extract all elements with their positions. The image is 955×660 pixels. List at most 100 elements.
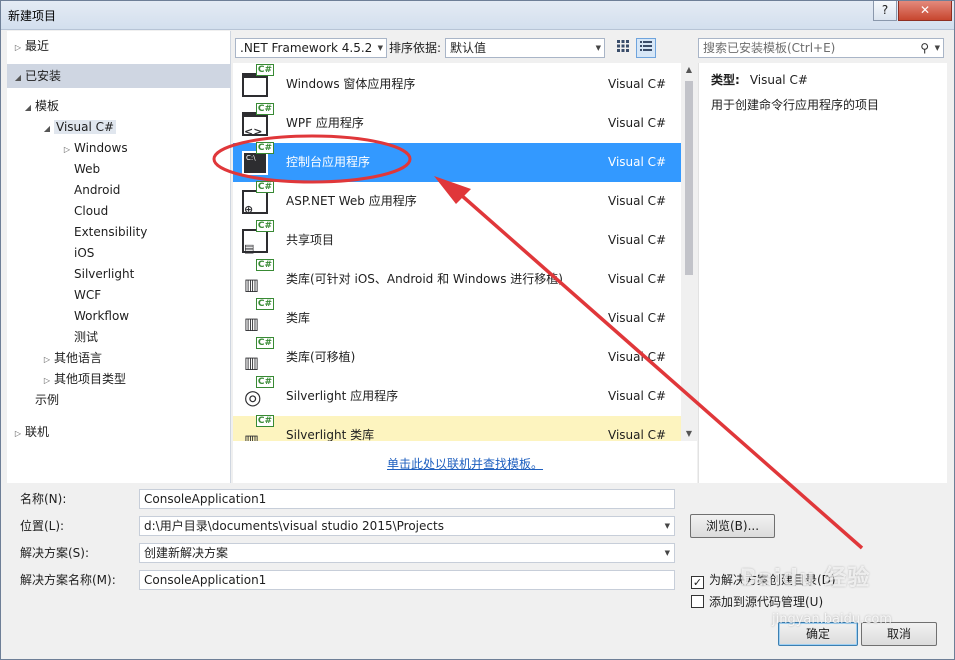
tree-item-silverlight[interactable]: Silverlight — [74, 264, 134, 284]
solution-select[interactable]: 创建新解决方案 ▼ — [139, 543, 675, 563]
name-field[interactable]: ConsoleApplication1 — [139, 489, 675, 509]
tree-item-android[interactable]: Android — [74, 180, 120, 200]
template-row-console[interactable]: C:\ C# 控制台应用程序 Visual C# — [233, 142, 681, 182]
tree-item-workflow[interactable]: Workflow — [74, 306, 129, 326]
solution-name-value: ConsoleApplication1 — [144, 573, 267, 587]
tree-label: iOS — [74, 246, 95, 260]
template-row-xplat-library[interactable]: ▥ C# 类库(可针对 iOS、Android 和 Windows 进行移植) V… — [233, 259, 681, 299]
tree-label: 最近 — [25, 39, 50, 53]
wpf-icon: <> C# — [242, 103, 274, 138]
type-line: 类型: Visual C# — [711, 71, 808, 88]
solution-value: 创建新解决方案 — [144, 546, 229, 560]
expand-arrow-icon[interactable]: ▷ — [40, 371, 54, 391]
tree-item-ios[interactable]: iOS — [74, 243, 94, 263]
tree-item-recent[interactable]: ▷ 最近 — [11, 36, 49, 56]
close-button[interactable]: ✕ — [898, 1, 952, 21]
chevron-down-icon[interactable]: ▼ — [935, 39, 940, 57]
name-label: 名称(N): — [20, 492, 67, 506]
search-icon[interactable]: ⚲ — [920, 39, 929, 57]
template-row-silverlight-app[interactable]: ◎ C# Silverlight 应用程序 Visual C# — [233, 376, 681, 416]
list-view-icon[interactable] — [636, 38, 656, 58]
library-icon: ▥C# — [244, 298, 274, 333]
expand-arrow-icon[interactable]: ▷ — [40, 350, 54, 370]
template-row-portable-library[interactable]: ▥ C# 类库(可移植) Visual C# — [233, 337, 681, 377]
template-details: 类型: Visual C# 用于创建命令行应用程序的项目 — [698, 63, 947, 483]
search-toolbar: 搜索已安装模板(Ctrl+E) ⚲ ▼ — [698, 35, 944, 61]
tree-item-other-languages[interactable]: ▷ 其他语言 — [40, 348, 102, 368]
collapse-arrow-icon[interactable]: ◢ — [11, 66, 25, 90]
framework-select[interactable]: .NET Framework 4.5.2 ▼ — [235, 38, 387, 58]
collapse-arrow-icon[interactable]: ◢ — [21, 98, 35, 118]
chevron-down-icon[interactable]: ▼ — [665, 517, 670, 535]
template-name: Windows 窗体应用程序 — [286, 77, 416, 91]
winforms-icon: C# — [242, 64, 274, 99]
location-value: d:\用户目录\documents\visual studio 2015\Pro… — [144, 519, 444, 533]
template-name: 共享项目 — [286, 233, 335, 247]
create-directory-checkbox[interactable]: ✓ — [691, 576, 704, 589]
expand-arrow-icon[interactable]: ▷ — [11, 38, 25, 58]
expand-arrow-icon[interactable]: ▷ — [11, 424, 25, 444]
template-list: C# Windows 窗体应用程序 Visual C# <> C# WPF 应用程… — [233, 63, 681, 483]
grid-view-icon[interactable] — [613, 38, 633, 58]
tree-item-samples[interactable]: 示例 — [35, 390, 59, 410]
tree-label: 联机 — [25, 425, 50, 439]
template-row-wpf[interactable]: <> C# WPF 应用程序 Visual C# — [233, 103, 681, 143]
tree-item-cloud[interactable]: Cloud — [74, 201, 108, 221]
find-templates-online-link[interactable]: 单击此处以联机并查找模板。 — [387, 455, 543, 472]
tree-label: 模板 — [35, 99, 60, 113]
expand-arrow-icon[interactable]: ▷ — [60, 140, 74, 160]
chevron-down-icon[interactable]: ▼ — [665, 544, 670, 562]
template-language: Visual C# — [608, 350, 667, 364]
solution-name-label: 解决方案名称(M): — [20, 573, 116, 587]
source-control-option[interactable]: 添加到源代码管理(U) — [691, 594, 823, 610]
source-control-checkbox[interactable] — [691, 595, 704, 608]
tree-item-wcf[interactable]: WCF — [74, 285, 101, 305]
template-row-winforms[interactable]: C# Windows 窗体应用程序 Visual C# — [233, 64, 681, 104]
tree-item-installed[interactable]: ◢ 已安装 — [7, 64, 231, 88]
shared-icon: ▤ C# — [242, 220, 274, 255]
tree-item-online[interactable]: ▷ 联机 — [11, 422, 49, 442]
template-language: Visual C# — [608, 311, 667, 325]
tree-item-templates[interactable]: ◢ 模板 — [21, 96, 59, 116]
tree-label: Visual C# — [54, 120, 117, 134]
template-list-scrollbar[interactable]: ▲ ▼ — [681, 63, 697, 441]
template-language: Visual C# — [608, 116, 667, 130]
tree-item-web[interactable]: Web — [74, 159, 100, 179]
template-row-library[interactable]: ▥ C# 类库 Visual C# — [233, 298, 681, 338]
location-field[interactable]: d:\用户目录\documents\visual studio 2015\Pro… — [139, 516, 675, 536]
title-bar: 新建项目 ? ✕ — [1, 1, 954, 30]
tree-label: 示例 — [35, 393, 60, 407]
sort-select[interactable]: 默认值 ▼ — [445, 38, 605, 58]
tree-item-visual-csharp[interactable]: ◢ Visual C# — [40, 117, 117, 139]
tree-item-test[interactable]: 测试 — [74, 327, 98, 347]
tree-item-extensibility[interactable]: Extensibility — [74, 222, 147, 242]
help-button[interactable]: ? — [873, 1, 897, 21]
tree-label: Web — [74, 162, 101, 176]
tree-label: Silverlight — [74, 267, 135, 281]
tree-label: Windows — [74, 141, 128, 155]
scroll-thumb[interactable] — [685, 81, 693, 275]
template-row-shared[interactable]: ▤ C# 共享项目 Visual C# — [233, 220, 681, 260]
tree-item-windows[interactable]: ▷ Windows — [60, 138, 128, 158]
template-tree: ▷ 最近 ◢ 已安装 ◢ 模板 ◢ Visual C# ▷ Windows Web And… — [7, 31, 231, 483]
silverlight-icon: ◎ C# — [244, 376, 274, 409]
template-name: WPF 应用程序 — [286, 116, 364, 130]
template-row-aspnet[interactable]: ⊕ C# ASP.NET Web 应用程序 Visual C# — [233, 181, 681, 221]
template-language: Visual C# — [608, 194, 667, 208]
tree-label: 其他语言 — [54, 351, 103, 365]
tree-label: Extensibility — [74, 225, 148, 239]
sort-value: 默认值 — [450, 41, 487, 55]
template-name: 控制台应用程序 — [286, 155, 371, 169]
collapse-arrow-icon[interactable]: ◢ — [40, 119, 54, 139]
scroll-down-icon[interactable]: ▼ — [681, 427, 697, 441]
template-description: 用于创建命令行应用程序的项目 — [711, 98, 880, 112]
tree-label: WCF — [74, 288, 102, 302]
console-icon: C:\ C# — [242, 142, 274, 177]
scroll-up-icon[interactable]: ▲ — [681, 63, 697, 77]
solution-name-field[interactable]: ConsoleApplication1 — [139, 570, 675, 590]
location-label: 位置(L): — [20, 519, 65, 533]
template-name: 类库(可针对 iOS、Android 和 Windows 进行移植) — [286, 272, 563, 286]
search-input[interactable]: 搜索已安装模板(Ctrl+E) ⚲ ▼ — [698, 38, 944, 58]
tree-item-other-project-types[interactable]: ▷ 其他项目类型 — [40, 369, 126, 389]
browse-button[interactable]: 浏览(B)... — [690, 514, 775, 538]
